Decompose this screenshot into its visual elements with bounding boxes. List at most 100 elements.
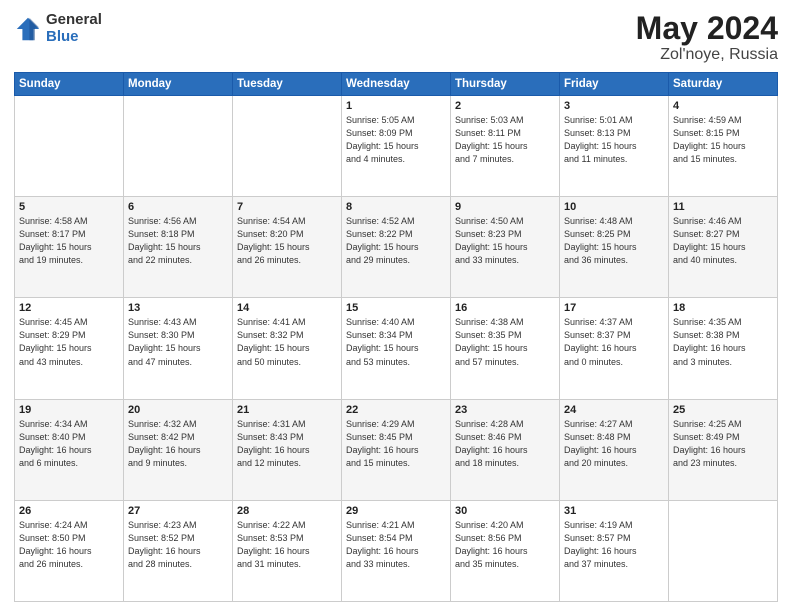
day-number: 2 [455,100,555,112]
day-info: Sunrise: 4:31 AM Sunset: 8:43 PM Dayligh… [237,418,337,470]
day-cell: 6 Sunrise: 4:56 AM Sunset: 8:18 PM Daylig… [124,197,233,298]
day-number: 18 [673,302,773,314]
day-info: Sunrise: 4:24 AM Sunset: 8:50 PM Dayligh… [19,519,119,571]
day-cell: 23Sunrise: 4:28 AM Sunset: 8:46 PM Dayli… [451,399,560,500]
day-number: 21 [237,404,337,416]
col-saturday: Saturday [669,73,778,96]
logo-icon [14,15,42,43]
day-cell: 15 Sunrise: 4:40 AM Sunset: 8:34 PM Dayli… [342,298,451,399]
logo: General Blue [14,12,102,45]
day-info: Sunrise: 4:58 AM Sunset: 8:17 PM Dayligh… [19,215,119,267]
day-info: Sunrise: 4:25 AM Sunset: 8:49 PM Dayligh… [673,418,773,470]
day-number: 15 [346,302,446,314]
day-info: Sunrise: 4:29 AM Sunset: 8:45 PM Dayligh… [346,418,446,470]
day-number: 28 [237,505,337,517]
day-number: 13 [128,302,228,314]
day-info: Sunrise: 4:34 AM Sunset: 8:40 PM Dayligh… [19,418,119,470]
day-cell: 30Sunrise: 4:20 AM Sunset: 8:56 PM Dayli… [451,500,560,601]
day-info: Sunrise: 4:50 AM Sunset: 8:23 PM Dayligh… [455,215,555,267]
day-number: 27 [128,505,228,517]
day-info: Sunrise: 4:45 AM Sunset: 8:29 PM Dayligh… [19,316,119,368]
day-cell: 12Sunrise: 4:45 AM Sunset: 8:29 PM Dayli… [15,298,124,399]
day-cell: 28 Sunrise: 4:22 AM Sunset: 8:53 PM Dayli… [233,500,342,601]
col-monday: Monday [124,73,233,96]
day-info: Sunrise: 4:23 AM Sunset: 8:52 PM Dayligh… [128,519,228,571]
week-row-3: 19 Sunrise: 4:34 AM Sunset: 8:40 PM Dayli… [15,399,778,500]
header: General Blue May 2024 Zol'noye, Russia [14,12,778,64]
calendar-header: Sunday Monday Tuesday Wednesday Thursday… [15,73,778,96]
title-location: Zol'noye, Russia [636,46,778,64]
day-cell: 14Sunrise: 4:41 AM Sunset: 8:32 PM Dayli… [233,298,342,399]
col-thursday: Thursday [451,73,560,96]
day-info: Sunrise: 4:52 AM Sunset: 8:22 PM Dayligh… [346,215,446,267]
day-number: 31 [564,505,664,517]
day-number: 6 [128,201,228,213]
day-cell: 9 Sunrise: 4:50 AM Sunset: 8:23 PM Daylig… [451,197,560,298]
day-number: 19 [19,404,119,416]
day-info: Sunrise: 4:21 AM Sunset: 8:54 PM Dayligh… [346,519,446,571]
day-info: Sunrise: 4:38 AM Sunset: 8:35 PM Dayligh… [455,316,555,368]
day-info: Sunrise: 4:22 AM Sunset: 8:53 PM Dayligh… [237,519,337,571]
day-number: 16 [455,302,555,314]
day-cell: 13 Sunrise: 4:43 AM Sunset: 8:30 PM Dayli… [124,298,233,399]
header-row: Sunday Monday Tuesday Wednesday Thursday… [15,73,778,96]
day-number: 26 [19,505,119,517]
day-info: Sunrise: 4:41 AM Sunset: 8:32 PM Dayligh… [237,316,337,368]
day-info: Sunrise: 4:19 AM Sunset: 8:57 PM Dayligh… [564,519,664,571]
day-number: 3 [564,100,664,112]
page: General Blue May 2024 Zol'noye, Russia S… [0,0,792,612]
logo-blue-text: Blue [46,29,102,46]
day-info: Sunrise: 4:28 AM Sunset: 8:46 PM Dayligh… [455,418,555,470]
day-number: 8 [346,201,446,213]
week-row-1: 5Sunrise: 4:58 AM Sunset: 8:17 PM Daylig… [15,197,778,298]
day-cell: 10 Sunrise: 4:48 AM Sunset: 8:25 PM Dayli… [560,197,669,298]
day-number: 24 [564,404,664,416]
calendar-table: Sunday Monday Tuesday Wednesday Thursday… [14,72,778,602]
day-number: 17 [564,302,664,314]
week-row-4: 26 Sunrise: 4:24 AM Sunset: 8:50 PM Dayli… [15,500,778,601]
calendar-body: 1 Sunrise: 5:05 AM Sunset: 8:09 PM Daylig… [15,96,778,602]
day-cell: 17Sunrise: 4:37 AM Sunset: 8:37 PM Dayli… [560,298,669,399]
day-number: 10 [564,201,664,213]
day-number: 22 [346,404,446,416]
day-info: Sunrise: 4:48 AM Sunset: 8:25 PM Dayligh… [564,215,664,267]
day-cell: 27 Sunrise: 4:23 AM Sunset: 8:52 PM Dayli… [124,500,233,601]
day-info: Sunrise: 5:05 AM Sunset: 8:09 PM Dayligh… [346,114,446,166]
day-cell: 29Sunrise: 4:21 AM Sunset: 8:54 PM Dayli… [342,500,451,601]
day-cell: 5Sunrise: 4:58 AM Sunset: 8:17 PM Daylig… [15,197,124,298]
day-info: Sunrise: 4:35 AM Sunset: 8:38 PM Dayligh… [673,316,773,368]
day-number: 30 [455,505,555,517]
col-friday: Friday [560,73,669,96]
day-cell: 25 Sunrise: 4:25 AM Sunset: 8:49 PM Dayli… [669,399,778,500]
week-row-0: 1 Sunrise: 5:05 AM Sunset: 8:09 PM Daylig… [15,96,778,197]
day-info: Sunrise: 4:59 AM Sunset: 8:15 PM Dayligh… [673,114,773,166]
day-cell: 4 Sunrise: 4:59 AM Sunset: 8:15 PM Daylig… [669,96,778,197]
day-cell: 26 Sunrise: 4:24 AM Sunset: 8:50 PM Dayli… [15,500,124,601]
day-number: 7 [237,201,337,213]
day-info: Sunrise: 4:56 AM Sunset: 8:18 PM Dayligh… [128,215,228,267]
week-row-2: 12Sunrise: 4:45 AM Sunset: 8:29 PM Dayli… [15,298,778,399]
day-cell: 8 Sunrise: 4:52 AM Sunset: 8:22 PM Daylig… [342,197,451,298]
day-info: Sunrise: 4:43 AM Sunset: 8:30 PM Dayligh… [128,316,228,368]
day-info: Sunrise: 4:54 AM Sunset: 8:20 PM Dayligh… [237,215,337,267]
day-info: Sunrise: 4:46 AM Sunset: 8:27 PM Dayligh… [673,215,773,267]
day-cell: 21 Sunrise: 4:31 AM Sunset: 8:43 PM Dayli… [233,399,342,500]
day-number: 4 [673,100,773,112]
day-cell: 2Sunrise: 5:03 AM Sunset: 8:11 PM Daylig… [451,96,560,197]
day-number: 1 [346,100,446,112]
day-cell: 7 Sunrise: 4:54 AM Sunset: 8:20 PM Daylig… [233,197,342,298]
col-tuesday: Tuesday [233,73,342,96]
day-cell [124,96,233,197]
day-cell: 1 Sunrise: 5:05 AM Sunset: 8:09 PM Daylig… [342,96,451,197]
day-cell: 16 Sunrise: 4:38 AM Sunset: 8:35 PM Dayli… [451,298,560,399]
day-cell: 24Sunrise: 4:27 AM Sunset: 8:48 PM Dayli… [560,399,669,500]
day-cell [15,96,124,197]
day-number: 9 [455,201,555,213]
day-cell: 19 Sunrise: 4:34 AM Sunset: 8:40 PM Dayli… [15,399,124,500]
day-cell [669,500,778,601]
day-info: Sunrise: 4:40 AM Sunset: 8:34 PM Dayligh… [346,316,446,368]
col-sunday: Sunday [15,73,124,96]
day-number: 25 [673,404,773,416]
title-block: May 2024 Zol'noye, Russia [636,12,778,64]
day-cell: 11Sunrise: 4:46 AM Sunset: 8:27 PM Dayli… [669,197,778,298]
